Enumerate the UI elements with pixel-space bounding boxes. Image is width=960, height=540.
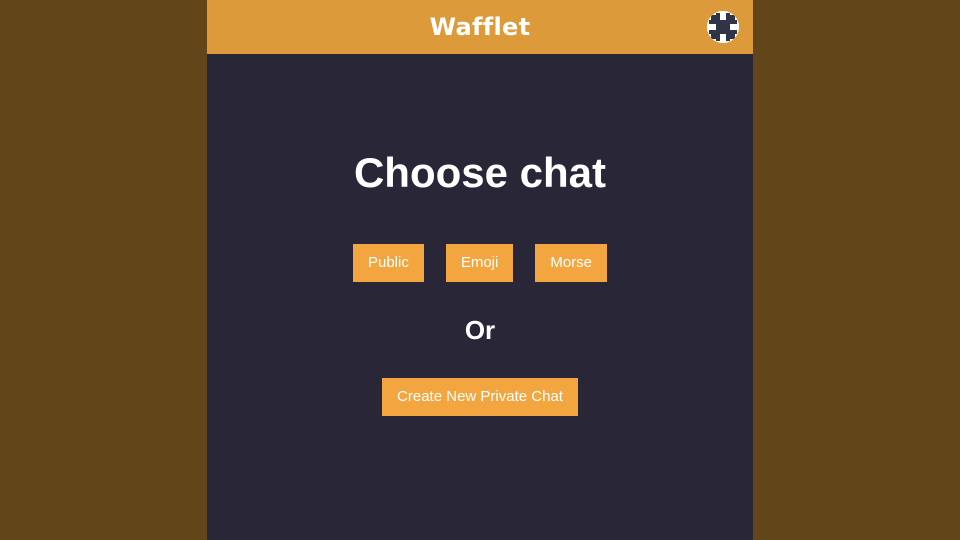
emoji-chat-button[interactable]: Emoji [445, 244, 514, 282]
create-chat-container: Create New Private Chat [207, 378, 753, 416]
or-separator: Or [464, 315, 496, 345]
app-title: Wafflet [429, 13, 531, 41]
chat-options: Public Emoji Morse [207, 244, 753, 282]
public-chat-button[interactable]: Public [352, 244, 424, 282]
header-bar: Wafflet [207, 0, 753, 54]
create-private-chat-button[interactable]: Create New Private Chat [382, 378, 578, 416]
morse-chat-button[interactable]: Morse [535, 244, 608, 282]
page-title: Choose chat [353, 149, 607, 196]
app-window: Wafflet Choose chat Public Emoji Morse O… [207, 0, 753, 540]
waffle-grid-icon[interactable] [707, 11, 739, 43]
